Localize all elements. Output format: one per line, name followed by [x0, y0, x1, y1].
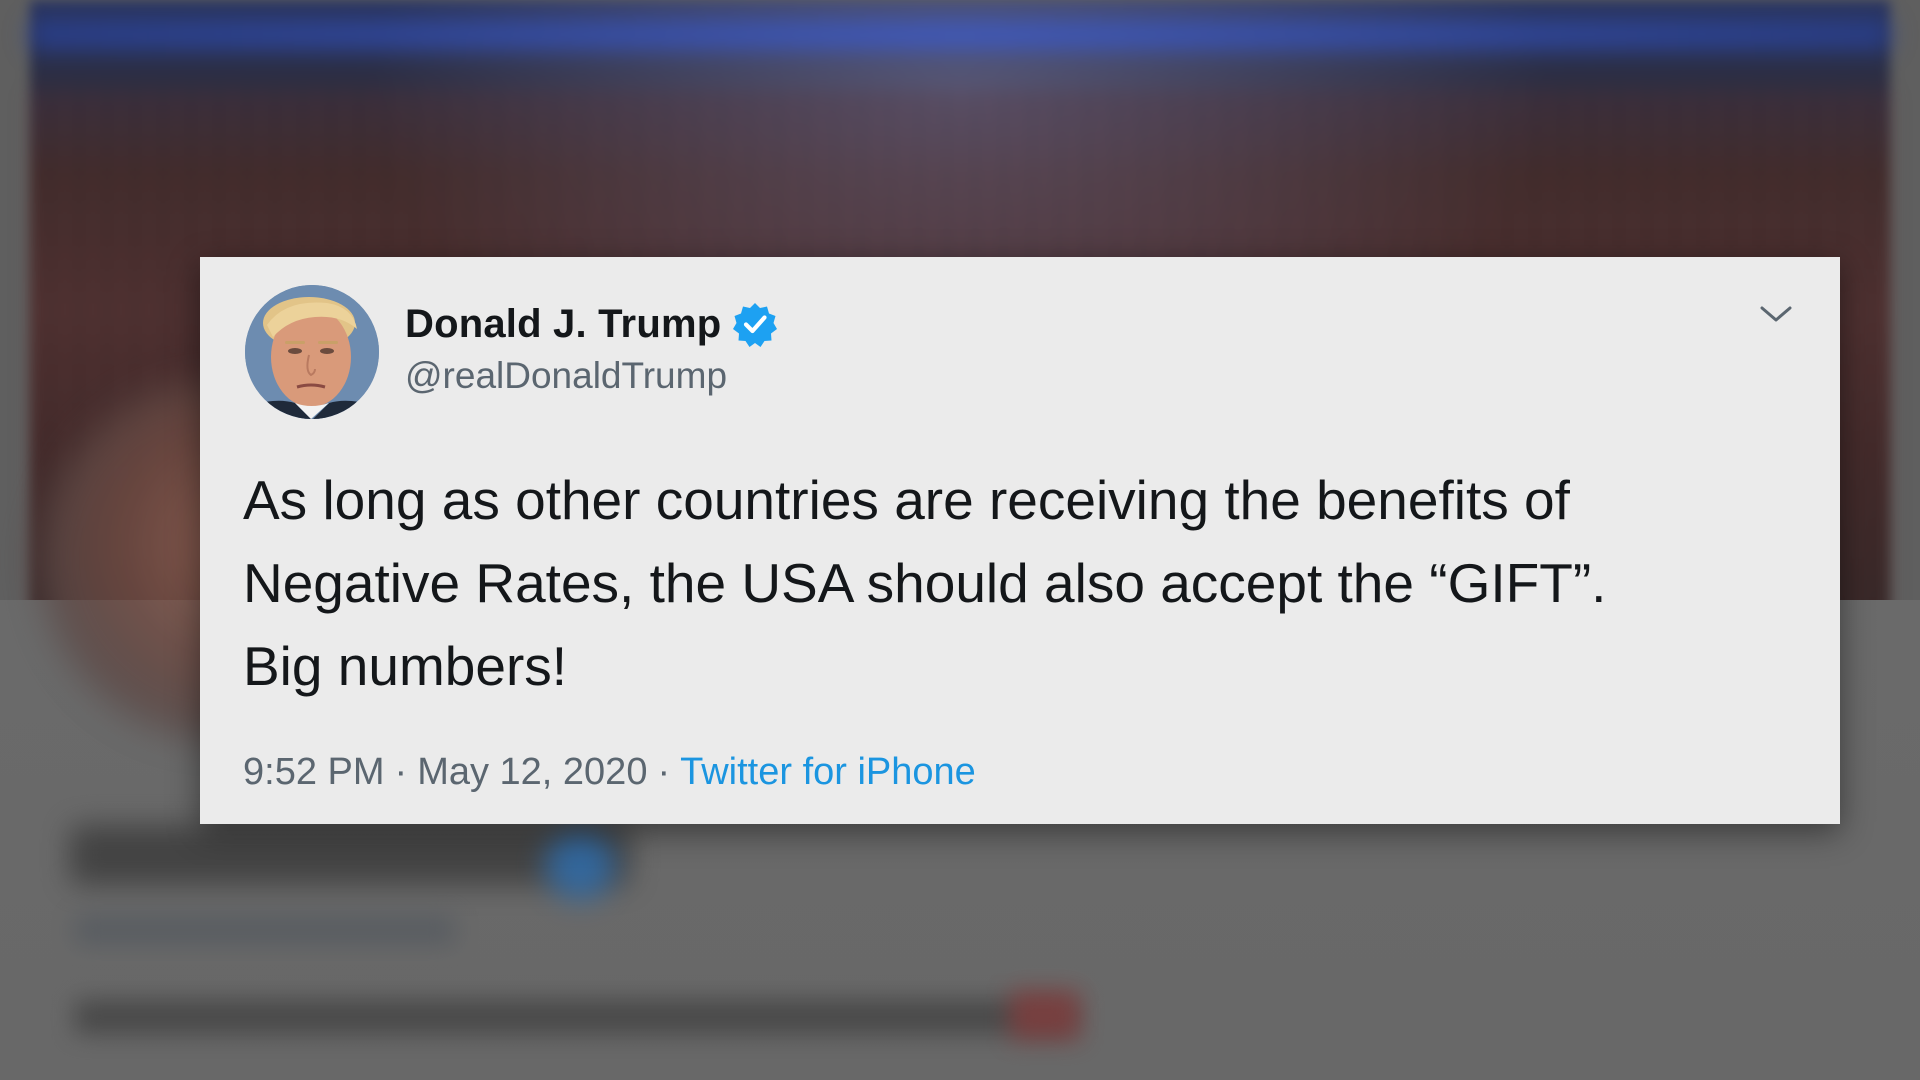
tweet-text-line: As long as other countries are receiving…	[243, 469, 1570, 531]
tweet-time[interactable]: 9:52 PM	[243, 751, 385, 793]
blurred-profile-handle	[75, 915, 455, 945]
tweet-text-line: Big numbers!	[243, 635, 568, 697]
author-display-name[interactable]: Donald J. Trump	[405, 302, 721, 347]
video-frame: Donald J. Trump @realDonaldTrump As long…	[0, 0, 1920, 1080]
avatar[interactable]	[245, 285, 379, 419]
verified-badge-icon	[731, 300, 779, 348]
tweet-date[interactable]: May 12, 2020	[417, 751, 647, 793]
chevron-down-icon[interactable]	[1756, 299, 1796, 329]
tweet-text: As long as other countries are receiving…	[243, 459, 1803, 708]
tweet-text-line: Negative Rates, the USA should also acce…	[243, 552, 1607, 614]
meta-separator: ·	[394, 751, 408, 793]
author-name-row[interactable]: Donald J. Trump	[405, 299, 779, 349]
meta-separator: ·	[657, 751, 671, 793]
tweet-source-link[interactable]: Twitter for iPhone	[680, 751, 976, 793]
author-handle[interactable]: @realDonaldTrump	[405, 355, 727, 397]
blurred-flag-icon	[1010, 990, 1080, 1040]
tweet-card: Donald J. Trump @realDonaldTrump As long…	[200, 257, 1840, 824]
profile-photo	[245, 285, 379, 419]
blurred-profile-bio	[75, 1000, 1075, 1034]
blurred-verified-icon	[545, 830, 615, 900]
tweet-metadata: 9:52 PM · May 12, 2020 · Twitter for iPhone	[243, 751, 976, 794]
